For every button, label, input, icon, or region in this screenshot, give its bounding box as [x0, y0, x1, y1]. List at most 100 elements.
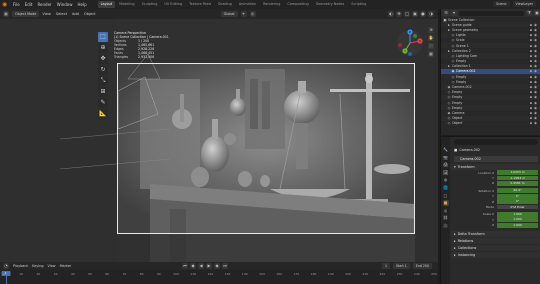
new-collection-icon[interactable]: ▣ — [534, 10, 540, 16]
rotation-y-field[interactable]: 0° — [497, 193, 538, 199]
visibility-eye-icon[interactable]: ◉ — [534, 23, 537, 27]
render-camera-icon[interactable]: ▪ — [530, 23, 532, 27]
render-camera-icon[interactable]: ▪ — [530, 69, 532, 73]
workspace-tab-layout[interactable]: Layout — [97, 1, 116, 8]
menu-help[interactable]: Help — [77, 2, 86, 7]
rotation-x-field[interactable]: 90.4° — [497, 188, 538, 194]
world-tab-icon[interactable]: 🌐 — [443, 185, 449, 191]
visibility-eye-icon[interactable]: ◉ — [534, 75, 537, 79]
visibility-eye-icon[interactable]: ◉ — [534, 44, 537, 48]
workspace-tab-shading[interactable]: Shading — [215, 1, 235, 8]
viewport-menu-object[interactable]: Object — [84, 12, 96, 16]
next-key-icon[interactable]: ◆ — [214, 263, 220, 269]
visibility-eye-icon[interactable]: ◉ — [534, 64, 537, 68]
render-camera-icon[interactable]: ▪ — [530, 80, 532, 84]
prev-key-icon[interactable]: ◆ — [190, 263, 196, 269]
play-icon[interactable]: ▶ — [206, 263, 212, 269]
scene-selector[interactable]: Scene — [493, 1, 510, 7]
viewport-menu-add[interactable]: Add — [72, 12, 79, 16]
jump-start-icon[interactable]: ⏮ — [182, 263, 188, 269]
location-y-field[interactable]: -1.2953 m — [497, 175, 538, 181]
render-camera-icon[interactable]: ▪ — [530, 54, 532, 58]
visibility-eye-icon[interactable]: ◉ — [534, 95, 537, 99]
output-tab-icon[interactable]: 🖨 — [443, 162, 449, 168]
visibility-eye-icon[interactable]: ◉ — [534, 111, 537, 115]
camera-view-icon[interactable]: 🎥 — [428, 43, 434, 49]
workspace-tab-geometry-nodes[interactable]: Geometry Nodes — [313, 1, 348, 8]
move-tool-icon[interactable]: ✥ — [98, 54, 108, 64]
blender-logo-icon[interactable]: ◉ — [2, 1, 10, 8]
render-camera-icon[interactable]: ▪ — [530, 49, 532, 53]
visibility-eye-icon[interactable]: ◉ — [534, 54, 537, 58]
scene-tab-icon[interactable]: ◍ — [443, 177, 449, 183]
outliner-row[interactable]: ◇ Object ◉ ▪ — [441, 121, 540, 126]
display-mode-icon[interactable]: ▾ — [451, 10, 457, 16]
tool-tab-icon[interactable]: 🔧 — [443, 147, 449, 153]
rotation-z-field[interactable]: 0° — [497, 199, 538, 205]
cursor-tool-icon[interactable]: ⊕ — [98, 43, 108, 53]
render-camera-icon[interactable]: ▪ — [530, 90, 532, 94]
proportional-edit-icon[interactable]: ◎ — [249, 11, 256, 17]
location-x-field[interactable]: 1.0253 m — [497, 170, 538, 176]
collection-tab-icon[interactable]: ▢ — [443, 193, 449, 199]
timeline-editor-icon[interactable]: ◔ — [3, 263, 9, 269]
solid-shading-icon[interactable]: ● — [420, 11, 426, 17]
gizmo-toggle-icon[interactable]: ✥ — [396, 11, 402, 17]
transform-tool-icon[interactable]: ⊞ — [98, 87, 108, 97]
visibility-eye-icon[interactable]: ◉ — [534, 80, 537, 84]
workspace-tab-scripting[interactable]: Scripting — [348, 1, 369, 8]
render-camera-icon[interactable]: ▪ — [530, 111, 532, 115]
menu-edit[interactable]: Edit — [25, 2, 33, 7]
object-name-field[interactable]: Camera.002 — [454, 156, 538, 162]
render-camera-icon[interactable]: ▪ — [530, 38, 532, 42]
instancing-header[interactable]: ▸ Instancing — [451, 251, 540, 258]
rotation-mode-select[interactable]: XYZ Euler — [497, 204, 538, 210]
properties-search-input[interactable] — [454, 139, 538, 145]
scale-y-field[interactable]: 1.000 — [497, 217, 538, 223]
render-camera-icon[interactable]: ▪ — [530, 59, 532, 63]
relations-header[interactable]: ▸ Relations — [451, 237, 540, 244]
render-camera-icon[interactable]: ▪ — [530, 75, 532, 79]
annotate-tool-icon[interactable]: ✎ — [98, 98, 108, 108]
visibility-eye-icon[interactable]: ◉ — [534, 90, 537, 94]
render-camera-icon[interactable]: ▪ — [530, 28, 532, 32]
visibility-eye-icon[interactable]: ◉ — [534, 116, 537, 120]
object-tab-icon[interactable]: ■ — [442, 200, 449, 207]
material-shading-icon[interactable]: ◑ — [428, 11, 434, 17]
workspace-tab-compositing[interactable]: Compositing — [284, 1, 311, 8]
overlay-icon[interactable]: ◯ — [404, 11, 410, 17]
visibility-eye-icon[interactable]: ◉ — [534, 85, 537, 89]
start-frame-field[interactable]: Start 1 — [392, 263, 410, 269]
workspace-tab-uv-editing[interactable]: UV Editing — [161, 1, 185, 8]
render-camera-icon[interactable]: ▪ — [530, 116, 532, 120]
render-camera-icon[interactable]: ▪ — [530, 44, 532, 48]
render-camera-icon[interactable]: ▪ — [530, 106, 532, 110]
visibility-eye-icon[interactable]: ◉ — [534, 59, 537, 63]
timeline-ruler[interactable]: 1 0 10 20 30 40 50 60 70 80 90 100 110 120 130 140 150 1… — [0, 270, 438, 284]
menu-file[interactable]: File — [13, 2, 20, 7]
scale-x-field[interactable]: 1.000 — [497, 212, 538, 217]
visibility-eye-icon[interactable]: ◉ — [534, 38, 537, 42]
render-camera-icon[interactable]: ▪ — [530, 64, 532, 68]
timeline-menu-keying[interactable]: Keying — [32, 264, 43, 268]
menu-window[interactable]: Window — [57, 2, 73, 7]
timeline-editor[interactable]: ◔ Playback Keying View Marker ⏮ ◆ ◀ ▶ ◆ ⏭ 1… — [0, 262, 438, 284]
workspace-tab-sculpting[interactable]: Sculpting — [139, 1, 161, 8]
jump-end-icon[interactable]: ⏭ — [222, 263, 228, 269]
filter-icon[interactable]: ⧩ — [526, 10, 532, 16]
visibility-eye-icon[interactable]: ◉ — [534, 106, 537, 110]
end-frame-field[interactable]: End 250 — [412, 263, 432, 269]
playhead[interactable] — [5, 276, 7, 284]
pan-icon[interactable]: ✋ — [428, 35, 434, 41]
rotate-tool-icon[interactable]: ↻ — [98, 65, 108, 75]
visibility-icon[interactable]: ◐ — [388, 11, 394, 17]
workspace-tab-rendering[interactable]: Rendering — [260, 1, 283, 8]
view-layer-tab-icon[interactable]: 🖼 — [443, 170, 449, 176]
navigation-gizmo[interactable]: X Y Z — [396, 29, 424, 57]
physics-tab-icon[interactable]: ◎ — [443, 208, 449, 214]
render-camera-icon[interactable]: ▪ — [530, 101, 532, 105]
measure-tool-icon[interactable]: 📐 — [98, 109, 108, 119]
data-tab-icon[interactable]: 🎥 — [443, 223, 449, 229]
xray-icon[interactable]: ▣ — [412, 11, 418, 17]
outliner-search-input[interactable] — [459, 10, 524, 16]
